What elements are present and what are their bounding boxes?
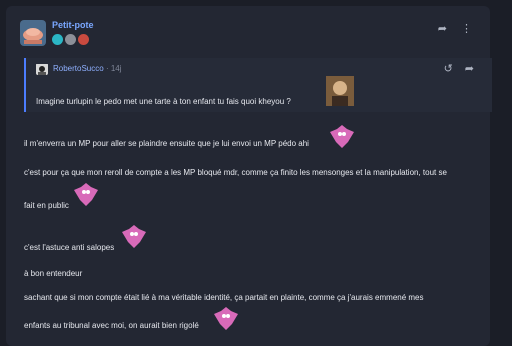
- more-vertical-icon[interactable]: ⋮: [461, 22, 472, 35]
- quote-time: 14j: [110, 64, 122, 73]
- avatar[interactable]: [20, 20, 46, 46]
- post-line: enfants au tribunal avec moi, on aurait …: [24, 321, 199, 330]
- quote-author[interactable]: RobertoSucco: [53, 64, 104, 73]
- quote-block: RobertoSucco · 14j ↺ ➦ Imagine turlupin …: [24, 58, 492, 112]
- quote-meta: RobertoSucco · 14j: [53, 64, 122, 73]
- post-line: c'est pour ça que mon reroll de compte a…: [24, 168, 447, 177]
- quote-avatar[interactable]: [36, 63, 48, 75]
- red-star-badge-icon: [78, 34, 89, 45]
- post-line: fait en public: [24, 201, 69, 210]
- quote-separator: ·: [105, 64, 109, 73]
- gray-shield-badge-icon: [65, 34, 76, 45]
- share-icon[interactable]: ➦: [438, 22, 447, 35]
- history-icon[interactable]: ↺: [444, 62, 453, 75]
- post-line: c'est l'astuce anti salopes: [24, 243, 115, 252]
- pink-bat-sticker-icon: [72, 180, 100, 208]
- pink-bat-sticker-icon: [328, 122, 356, 150]
- share-icon[interactable]: ➦: [465, 62, 474, 75]
- post-line: il m'enverra un MP pour aller se plaindr…: [24, 139, 309, 148]
- teal-gem-badge-icon: [52, 34, 63, 45]
- forum-post: Petit-pote ➦ ⋮ RobertoSucco · 14j ↺ ➦ Im…: [6, 6, 492, 346]
- post-line: sachant que si mon compte était lié à ma…: [24, 293, 424, 302]
- post-line: à bon entendeur: [24, 269, 83, 278]
- pink-bat-sticker-icon: [212, 304, 240, 332]
- quote-text: Imagine turlupin le pedo met une tarte à…: [36, 97, 291, 106]
- badge-row: [52, 34, 89, 45]
- pink-bat-sticker-icon: [120, 222, 148, 250]
- author-name[interactable]: Petit-pote: [52, 20, 94, 30]
- quote-sticker: [326, 76, 354, 106]
